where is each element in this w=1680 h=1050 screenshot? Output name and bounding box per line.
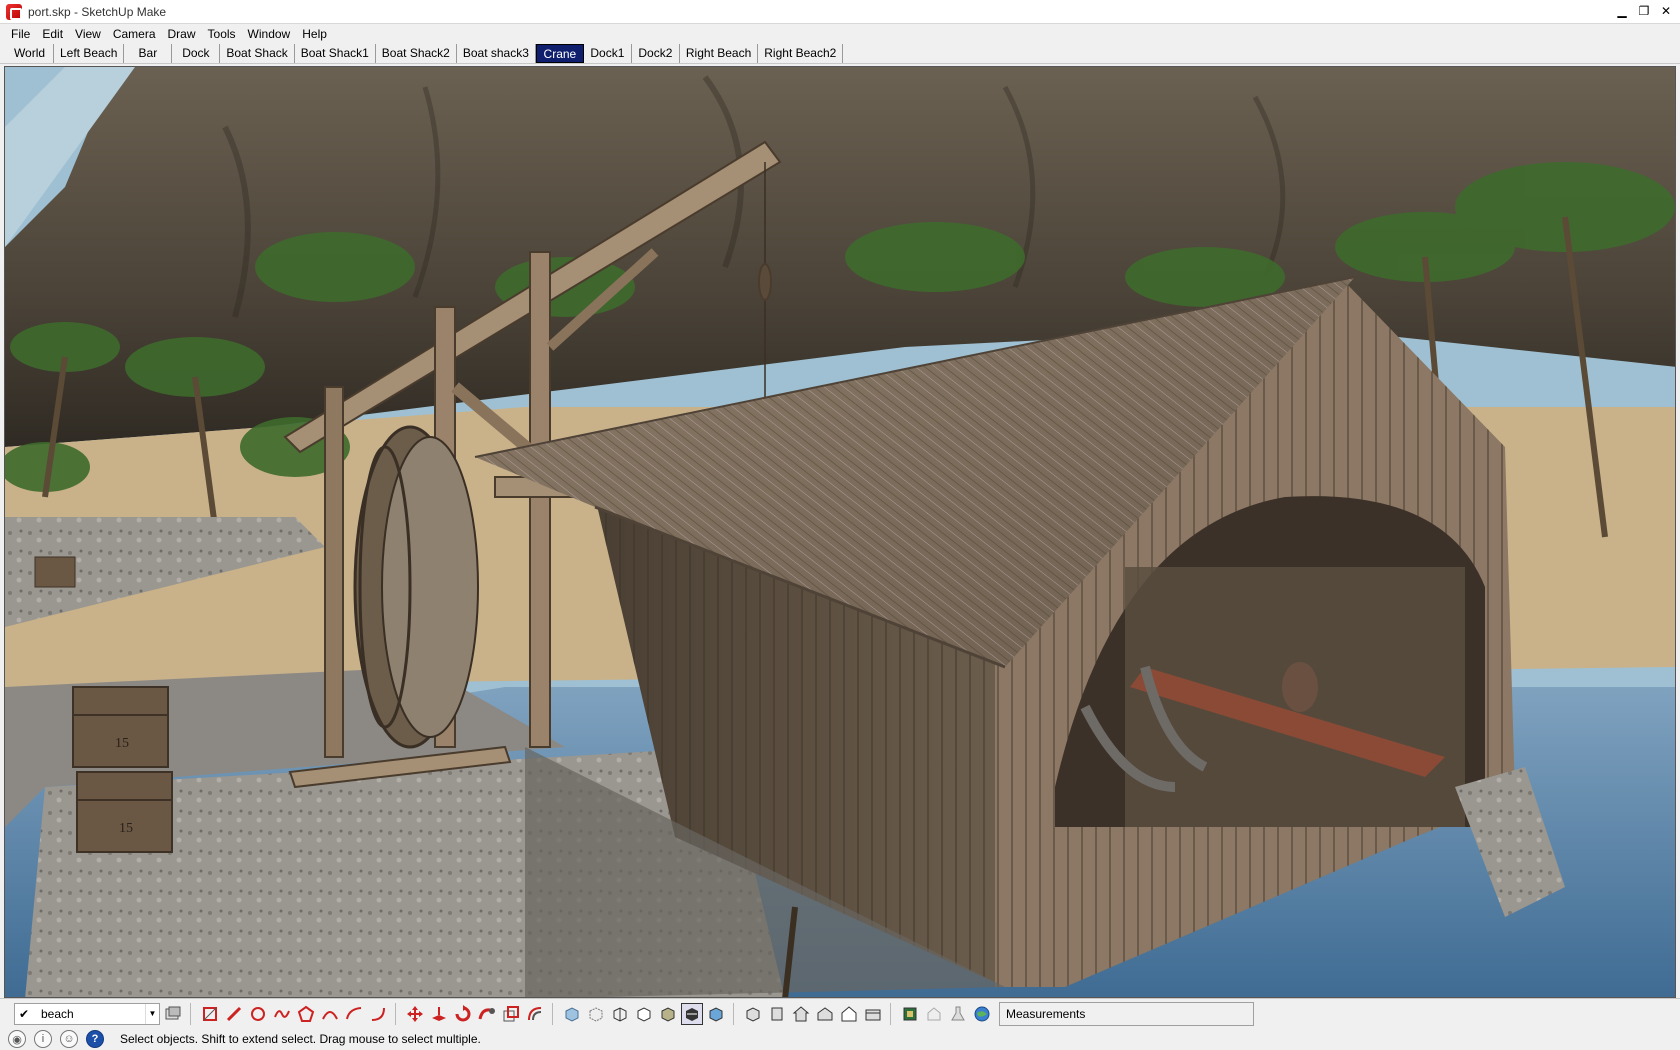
arc3-icon[interactable] [367,1003,389,1025]
polygon-icon[interactable] [295,1003,317,1025]
front-icon[interactable] [790,1003,812,1025]
tab-boat-shack[interactable]: Boat Shack [220,44,295,63]
close-icon[interactable]: ✕ [1656,3,1676,20]
menu-window[interactable]: Window [242,27,297,41]
xray-icon[interactable] [561,1003,583,1025]
crate-label-top: 15 [115,736,129,751]
tab-boat-shack3[interactable]: Boat shack3 [456,44,536,63]
tab-dock2[interactable]: Dock2 [631,44,680,63]
tab-right-beach2[interactable]: Right Beach2 [758,44,844,63]
top-icon[interactable] [766,1003,788,1025]
help-icon[interactable]: ? [86,1030,104,1048]
tab-right-beach[interactable]: Right Beach [679,44,759,63]
share-model-icon[interactable] [923,1003,945,1025]
chevron-down-icon[interactable]: ▼ [145,1003,159,1024]
tab-left-beach[interactable]: Left Beach [54,44,125,63]
menu-view[interactable]: View [69,27,107,41]
back-icon[interactable] [838,1003,860,1025]
hidden-line-icon[interactable] [633,1003,655,1025]
scene-tabs: World Left Beach Bar Dock Boat Shack Boa… [0,43,1680,64]
scene-render: 15 15 [5,67,1675,997]
offset-icon[interactable] [524,1003,546,1025]
credits-info-icon[interactable]: i [34,1030,52,1048]
wireframe-icon[interactable] [609,1003,631,1025]
left-icon[interactable] [862,1003,884,1025]
tab-bar[interactable]: Bar [124,44,173,63]
measurements-label: Measurements [1006,1006,1086,1021]
move-icon[interactable] [404,1003,426,1025]
minimize-icon[interactable]: ▁ [1612,3,1632,20]
layer-name: beach [41,1006,74,1021]
tab-dock[interactable]: Dock [172,44,221,63]
shaded-textures-icon[interactable] [681,1002,703,1025]
tab-dock1[interactable]: Dock1 [583,44,632,63]
geo-location-status-icon[interactable]: ◉ [8,1030,26,1048]
layer-select[interactable]: ✔ beach ▼ [14,1002,160,1025]
push-pull-icon[interactable] [428,1003,450,1025]
iso-icon[interactable] [742,1003,764,1025]
pencil-icon[interactable] [223,1003,245,1025]
freehand-icon[interactable] [271,1003,293,1025]
menu-bar: File Edit View Camera Draw Tools Window … [0,24,1680,43]
status-hint: Select objects. Shift to extend select. … [120,1032,481,1046]
status-bar: ◉ i ☺ ? Select objects. Shift to extend … [0,1028,1680,1050]
crate-label-bottom: 15 [119,821,133,836]
scale-icon[interactable] [500,1003,522,1025]
toolbar-separator [190,1002,191,1025]
arc2-icon[interactable] [343,1003,365,1025]
model-viewport[interactable]: 15 15 [4,66,1676,998]
restore-icon[interactable]: ❐ [1634,3,1654,20]
monochrome-icon[interactable] [705,1003,727,1025]
menu-tools[interactable]: Tools [202,27,242,41]
tab-boat-shack1[interactable]: Boat Shack1 [294,44,376,63]
bottom-toolbar: ✔ beach ▼ Measurements [0,998,1680,1028]
toolbar-separator [552,1002,553,1025]
geo-location-icon[interactable] [971,1003,993,1025]
checkmark-icon: ✔ [18,1006,30,1021]
toolbar-separator [733,1002,734,1025]
tab-world[interactable]: World [6,44,54,63]
layer-manager-icon[interactable] [162,1003,184,1025]
sketchup-app-icon [6,3,22,20]
toolbar-separator [890,1002,891,1025]
menu-help[interactable]: Help [296,27,333,41]
right-icon[interactable] [814,1003,836,1025]
shaded-icon[interactable] [657,1003,679,1025]
menu-file[interactable]: File [5,27,36,41]
menu-draw[interactable]: Draw [162,27,202,41]
circle-icon[interactable] [247,1003,269,1025]
rectangle-icon[interactable] [199,1003,221,1025]
menu-edit[interactable]: Edit [36,27,69,41]
treadwheel [353,425,479,749]
user-account-icon[interactable]: ☺ [60,1030,78,1048]
extension-icon[interactable] [947,1003,969,1025]
measurements-box[interactable]: Measurements [999,1001,1254,1026]
title-bar: port.skp - SketchUp Make ▁ ❐ ✕ [0,0,1680,24]
follow-me-icon[interactable] [476,1003,498,1025]
rotate-icon[interactable] [452,1003,474,1025]
tab-boat-shack2[interactable]: Boat Shack2 [375,44,457,63]
warehouse-icon[interactable] [899,1003,921,1025]
menu-camera[interactable]: Camera [107,27,162,41]
window-controls: ▁ ❐ ✕ [1612,3,1676,20]
arc-icon[interactable] [319,1003,341,1025]
back-edges-icon[interactable] [585,1003,607,1025]
toolbar-separator [395,1002,396,1025]
tab-crane[interactable]: Crane [535,44,584,63]
window-title: port.skp - SketchUp Make [28,4,167,19]
